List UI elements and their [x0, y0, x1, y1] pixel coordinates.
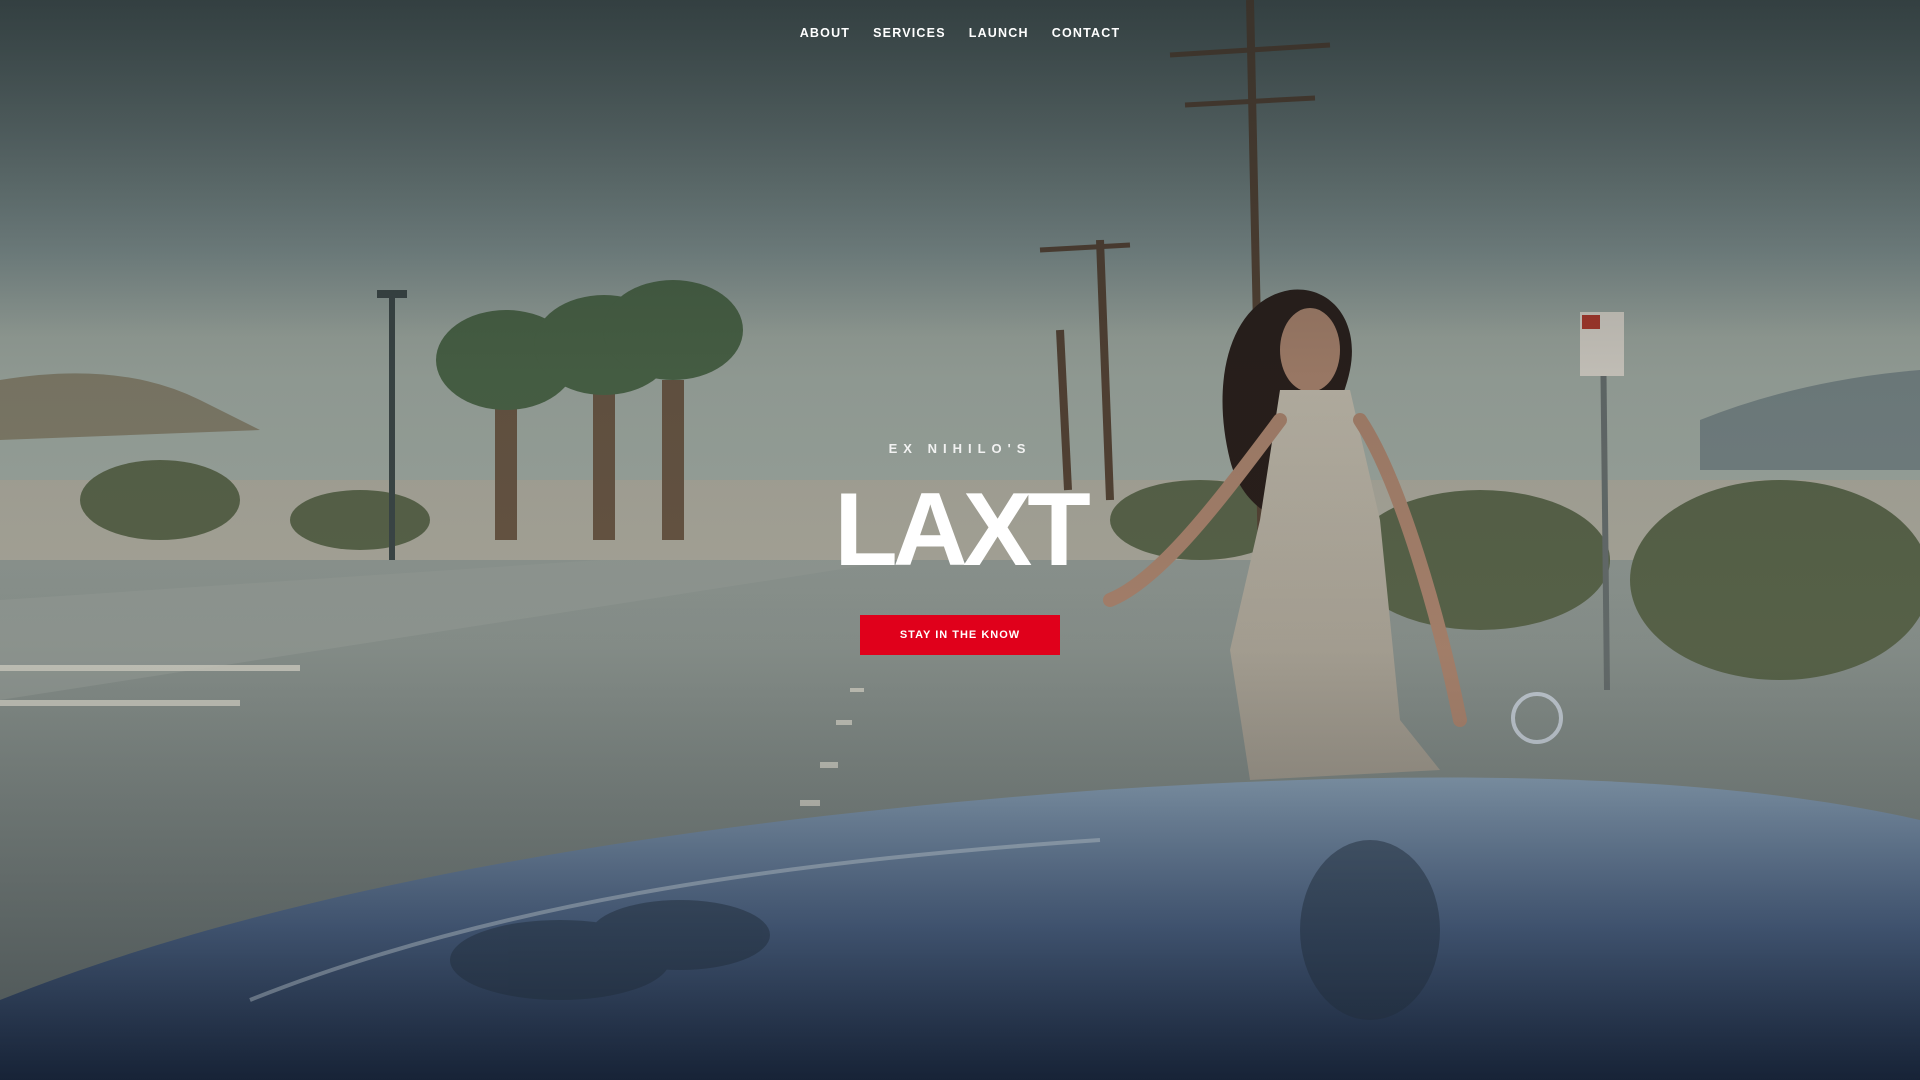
top-navigation: ABOUT SERVICES LAUNCH CONTACT	[0, 26, 1920, 40]
stay-in-the-know-button[interactable]: STAY IN THE KNOW	[860, 615, 1060, 655]
nav-link-contact[interactable]: CONTACT	[1052, 26, 1121, 40]
nav-link-about[interactable]: ABOUT	[800, 26, 850, 40]
nav-link-services[interactable]: SERVICES	[873, 26, 946, 40]
hero-cta-container: STAY IN THE KNOW	[0, 615, 1920, 655]
hero-title: LAXT	[834, 472, 1091, 588]
nav-link-launch[interactable]: LAUNCH	[969, 26, 1029, 40]
hero-eyebrow: EX NIHILO'S	[888, 441, 1032, 456]
hero-section: ABOUT SERVICES LAUNCH CONTACT EX NIHILO'…	[0, 0, 1920, 1080]
